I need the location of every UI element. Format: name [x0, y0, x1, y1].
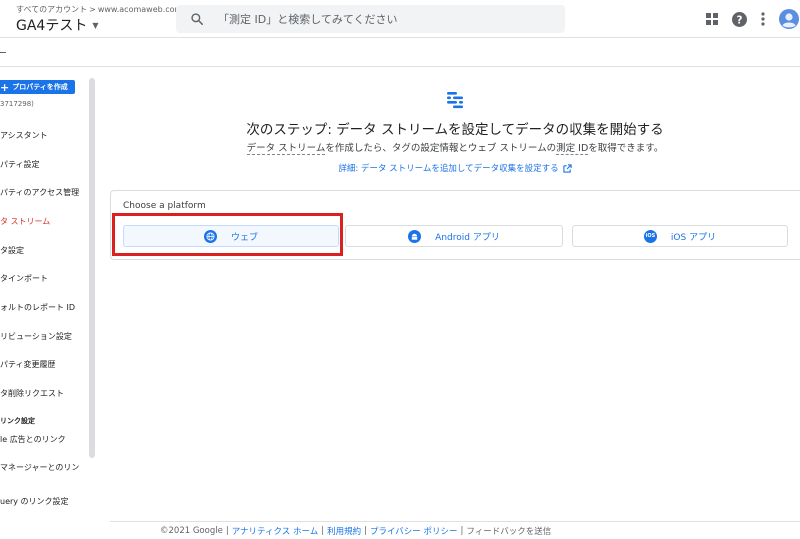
- help-icon[interactable]: ?: [731, 11, 747, 27]
- sidebar-item-ad-manager-link[interactable]: マネージャーとのリン: [0, 462, 79, 473]
- data-stream-icon: [447, 92, 463, 109]
- caret-down-icon: ▼: [92, 20, 99, 30]
- sidebar-item-change-history[interactable]: パティ変更履歴: [0, 359, 56, 370]
- plus-icon: +: [0, 80, 10, 94]
- sidebar-item-data-import[interactable]: タインポート: [0, 273, 48, 284]
- platform-android-button[interactable]: Android アプリ: [345, 225, 563, 247]
- sidebar-item-google-ads-link[interactable]: le 広告とのリンク: [0, 434, 66, 445]
- sub-toolbar: [0, 39, 800, 67]
- create-property-button[interactable]: + プロパティを作成: [0, 80, 75, 94]
- choose-platform-label: Choose a platform: [123, 201, 206, 211]
- ios-icon: iOS: [643, 229, 657, 243]
- page-subtitle: データ ストリームを作成したら、タグの設定情報とウェブ ストリームの測定 IDを…: [246, 143, 664, 155]
- search-input[interactable]: 「測定 ID」と検索してみてください: [218, 11, 398, 27]
- sidebar-item-bigquery-link[interactable]: uery のリンク設定: [0, 496, 69, 507]
- breadcrumb-separator: >: [89, 5, 96, 14]
- footer-feedback-link[interactable]: フィードバックを送信: [466, 525, 551, 537]
- svg-text:?: ?: [736, 14, 742, 26]
- breadcrumb-site[interactable]: www.acomaweb.com/: [98, 5, 185, 14]
- learn-more-link[interactable]: 詳細: データ ストリームを追加してデータ収集を設定する: [200, 162, 710, 174]
- sidebar-item-attribution[interactable]: リビューション設定: [0, 331, 72, 342]
- footer-link-terms[interactable]: 利用規約: [327, 525, 361, 537]
- property-name: GA4テスト: [16, 18, 88, 34]
- more-vert-icon[interactable]: [755, 11, 771, 27]
- sidebar-item-reporting-id[interactable]: ォルトのレポート ID: [0, 302, 75, 313]
- footer-copyright: ©2021 Google: [160, 525, 223, 536]
- search-icon: [191, 13, 204, 26]
- measurement-id-term[interactable]: 測定 ID: [556, 143, 589, 155]
- sidebar-item-property-access[interactable]: パティのアクセス管理: [0, 187, 79, 198]
- sidebar-item-setup-assistant[interactable]: アシスタント: [0, 130, 48, 141]
- sidebar-item-data-settings[interactable]: タ設定: [0, 245, 24, 256]
- sidebar-section-links: リンク設定: [0, 417, 35, 425]
- menu-collapse-icon[interactable]: [0, 52, 6, 53]
- apps-icon[interactable]: [704, 11, 720, 27]
- platform-ios-button[interactable]: iOS iOS アプリ: [572, 225, 788, 247]
- breadcrumb[interactable]: すべてのアカウント > www.acomaweb.com/: [16, 4, 185, 15]
- property-id: 3717298): [0, 100, 34, 108]
- footer-separator: |: [225, 525, 229, 536]
- data-stream-term[interactable]: データ ストリーム: [246, 143, 326, 155]
- footer-separator: |: [460, 525, 464, 536]
- sidebar-scrollbar[interactable]: [89, 78, 95, 458]
- open-in-new-icon: [562, 163, 572, 173]
- sidebar-item-deletion-requests[interactable]: タ削除リクエスト: [0, 388, 64, 399]
- sidebar-item-property-settings[interactable]: パティ設定: [0, 159, 40, 170]
- android-icon: [408, 229, 422, 243]
- top-app-bar: すべてのアカウント > www.acomaweb.com/ GA4テスト ▼ 「測定…: [0, 0, 800, 38]
- footer-separator: |: [321, 525, 325, 536]
- footer: ©2021 Google | アナリティクス ホーム | 利用規約 | プライバ…: [110, 521, 800, 539]
- search-bar[interactable]: 「測定 ID」と検索してみてください: [176, 5, 565, 33]
- footer-link-privacy[interactable]: プライバシー ポリシー: [370, 525, 458, 537]
- page-title: 次のステップ: データ ストリームを設定してデータの収集を開始する: [246, 122, 664, 138]
- admin-sidebar: + プロパティを作成 3717298) アシスタント パティ設定 パティのアクセス…: [0, 68, 97, 518]
- footer-link-analytics-home[interactable]: アナリティクス ホーム: [232, 525, 319, 537]
- account-avatar-icon[interactable]: [779, 9, 799, 29]
- footer-separator: |: [364, 525, 367, 536]
- breadcrumb-root[interactable]: すべてのアカウント: [16, 5, 87, 14]
- sidebar-item-data-streams[interactable]: タ ストリーム: [0, 216, 50, 227]
- property-selector[interactable]: GA4テスト ▼: [16, 15, 99, 35]
- web-highlight-box: [112, 213, 343, 256]
